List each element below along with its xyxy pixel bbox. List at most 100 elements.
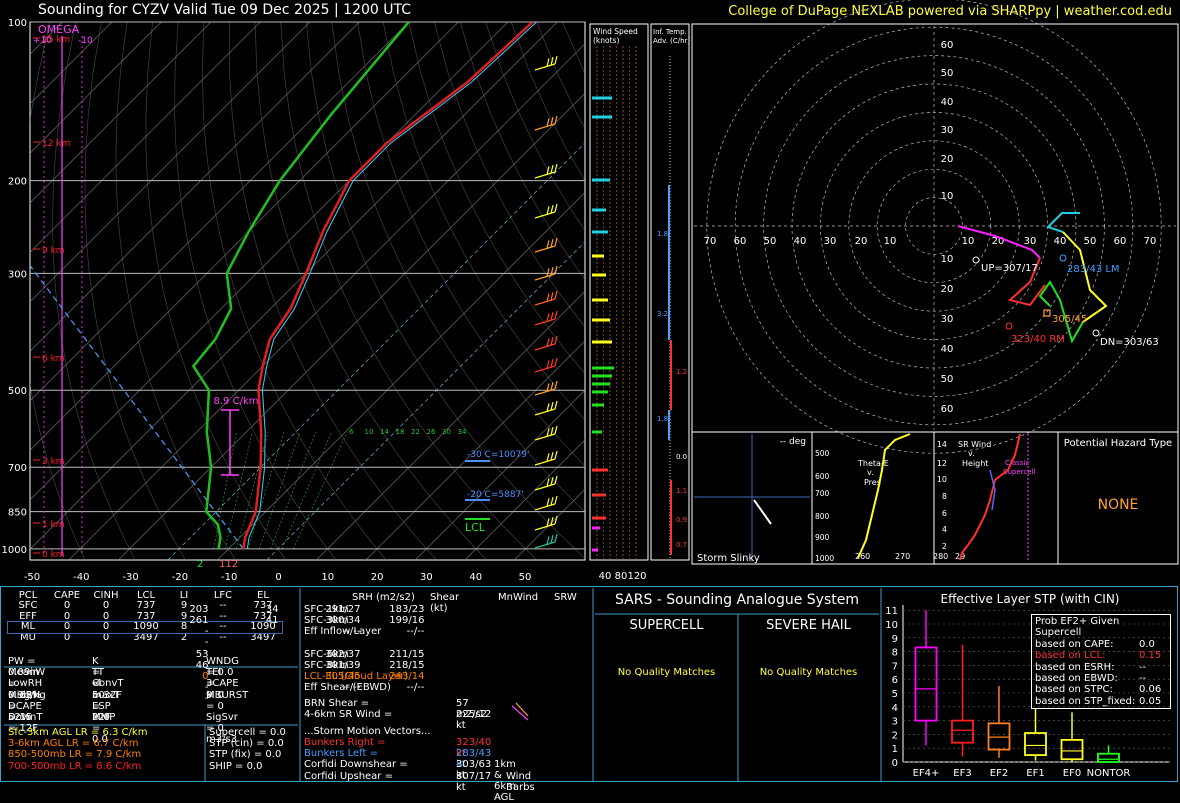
sr-wind-y-label: 2: [942, 542, 947, 551]
wind-barb-flag: [550, 239, 554, 248]
storm-vector-label: Bunkers Left =: [304, 748, 378, 760]
temp-adv-label: 0.7: [676, 541, 687, 549]
height-label: 6 km: [42, 354, 65, 364]
barb-caption-2: Wind Barbs: [506, 770, 535, 793]
kinematics-value: 243/14: [389, 671, 425, 683]
right-mover-label: 323/40 RM: [1011, 334, 1065, 345]
kinematics-row: SFC-8km 46 301/39 218/15: [196, 659, 430, 671]
hodograph-y-label: 10: [941, 191, 954, 202]
brn-label: BRN Shear =: [304, 697, 370, 709]
stp-legend-label: based on ESRH:: [1035, 661, 1115, 673]
sars-hail-heading: SEVERE HAIL: [766, 618, 851, 633]
temp-adv-label: 0.0: [676, 453, 687, 461]
wind-speed-bar: [592, 516, 606, 520]
dry-adiabat: [510, 22, 585, 182]
temp-tick-label: 50: [519, 572, 532, 583]
wind-speed-bar: [592, 96, 612, 100]
pressure-label: 500: [8, 386, 27, 397]
kinematics-value: 41: [265, 615, 279, 627]
stp-legend-label: based on STP_fixed:: [1035, 695, 1136, 707]
temp-adv-bar: [670, 480, 672, 555]
wind-speed-bar: [592, 468, 608, 472]
parcel-cell: 0: [102, 631, 110, 643]
composite-value: STP (fix) = 0.0: [209, 749, 282, 761]
srw-row: 4-6km SR Wind = 225/12 kt: [304, 709, 491, 731]
omega-tick: -10: [78, 36, 93, 46]
mixing-line: [213, 431, 237, 549]
hodograph-x-label: 70: [1144, 236, 1157, 247]
sr-wind-title-1: SR Wind: [958, 440, 991, 449]
stp-legend: Prob EF2+ Given Supercell based on CAPE: 0…: [1031, 614, 1171, 710]
dry-adiabat: [115, 22, 236, 560]
theta-e-y-label: 700: [815, 489, 830, 498]
stp-legend-value: 0.06: [1139, 684, 1162, 696]
wind-speed-tick: 40: [599, 571, 612, 582]
wind-barb-flag: [546, 453, 550, 462]
sr-wind-annotation-1: Classic: [1005, 459, 1029, 467]
dry-adiabat: [280, 22, 538, 560]
downshear-marker: [1092, 329, 1100, 337]
composite-value: STP (cin) = 0.0: [209, 738, 284, 750]
wind-barb-flag: [550, 535, 554, 544]
hazard-panel: Potential Hazard Type NONE: [1057, 431, 1179, 565]
parcel-cell: 0: [102, 600, 110, 611]
height-label: 12 km: [42, 139, 70, 149]
mixing-ratio-label: 30: [442, 428, 451, 436]
temp-adv-title-line1: Inf. Temp.: [653, 28, 687, 36]
stp-legend-row: based on ESRH: --: [1035, 662, 1167, 673]
sars-title: SARS - Sounding Analogue System: [615, 592, 859, 608]
hodograph-y-label: 30: [941, 314, 954, 325]
wind-barb-flag: [546, 360, 550, 369]
dry-adiabat: [408, 22, 585, 375]
sr-wind-title-3: Height: [962, 459, 988, 468]
pressure-label: 200: [8, 177, 27, 188]
height-label: 3 km: [42, 457, 65, 467]
wind-speed-bar: [592, 273, 606, 277]
kinematics-value: 301/39: [325, 659, 361, 671]
storm-vector-row: Bunkers Left = 283/43 kt: [304, 748, 491, 770]
hodograph-trace-low: [1038, 280, 1084, 344]
slinky-trace: [753, 499, 772, 525]
theta-e-x-label: 260: [855, 552, 870, 561]
wind-barb-flag: [554, 515, 558, 525]
kinematics-row: SFC-6km 53 302/37 211/15: [196, 649, 430, 660]
sars-hail-result: No Quality Matches: [759, 667, 858, 678]
temp-advection-panel: Inf. Temp.Adv. (C/hr) 1.8 3.2 1.2 1.8 0.0 1.1 0…: [650, 23, 690, 561]
hodograph-y-label: 10: [941, 254, 954, 265]
temp-adv-label: 1.8: [657, 230, 668, 238]
hodograph-x-label: 40: [794, 236, 807, 247]
wind-barb-flag: [550, 402, 554, 411]
wind-barb-shaft: [534, 298, 556, 306]
kinematics-value: 53: [195, 648, 209, 660]
virtual-temperature-trace: [246, 22, 537, 549]
wind-barb-flag: [554, 237, 558, 247]
parcel-row: MU 0 0 3497 2 -- 3497: [8, 631, 282, 644]
temperature-trace: [242, 22, 534, 550]
stp-legend-value: --: [1139, 673, 1147, 685]
temp-tick-label: -10: [221, 572, 237, 583]
stp-legend-value: 0.0: [1139, 638, 1155, 650]
hodograph-frame: [691, 23, 1179, 433]
hazard-title: Potential Hazard Type: [1064, 438, 1172, 449]
wind-barb-flag: [550, 359, 554, 368]
wind-barb-flag: [546, 478, 550, 487]
wind-barb-shaft: [534, 365, 556, 373]
surface-dewpoint-value: 2: [197, 559, 203, 570]
dry-adiabat: [357, 22, 585, 467]
wind-speed-title-line1: Wind Speed: [593, 27, 638, 36]
wind-speed-title-line2: (knots): [593, 36, 619, 45]
upshear-label: UP=307/17: [981, 263, 1038, 274]
wind-barb-shaft: [534, 245, 556, 253]
temp-tick-label: 30: [420, 572, 433, 583]
kinematics-value: 0: [202, 671, 209, 683]
wind-barbs: [534, 55, 558, 549]
wind-barb-flag: [546, 240, 550, 249]
composite-value: Supercell = 0.0: [209, 727, 286, 738]
lapse-rate-value: Sfc-3km AGL LR = 6.3 C/km: [8, 727, 148, 738]
kinematics-row: SFC-1km 203 34 291/27 183/23: [189, 604, 430, 615]
parcel-cell: SFC: [18, 600, 38, 611]
pressure-label: 300: [8, 269, 27, 280]
wind-barb-flag: [546, 118, 550, 127]
dry-adiabat: [145, 22, 287, 560]
hodograph-x-label: 10: [884, 236, 897, 247]
